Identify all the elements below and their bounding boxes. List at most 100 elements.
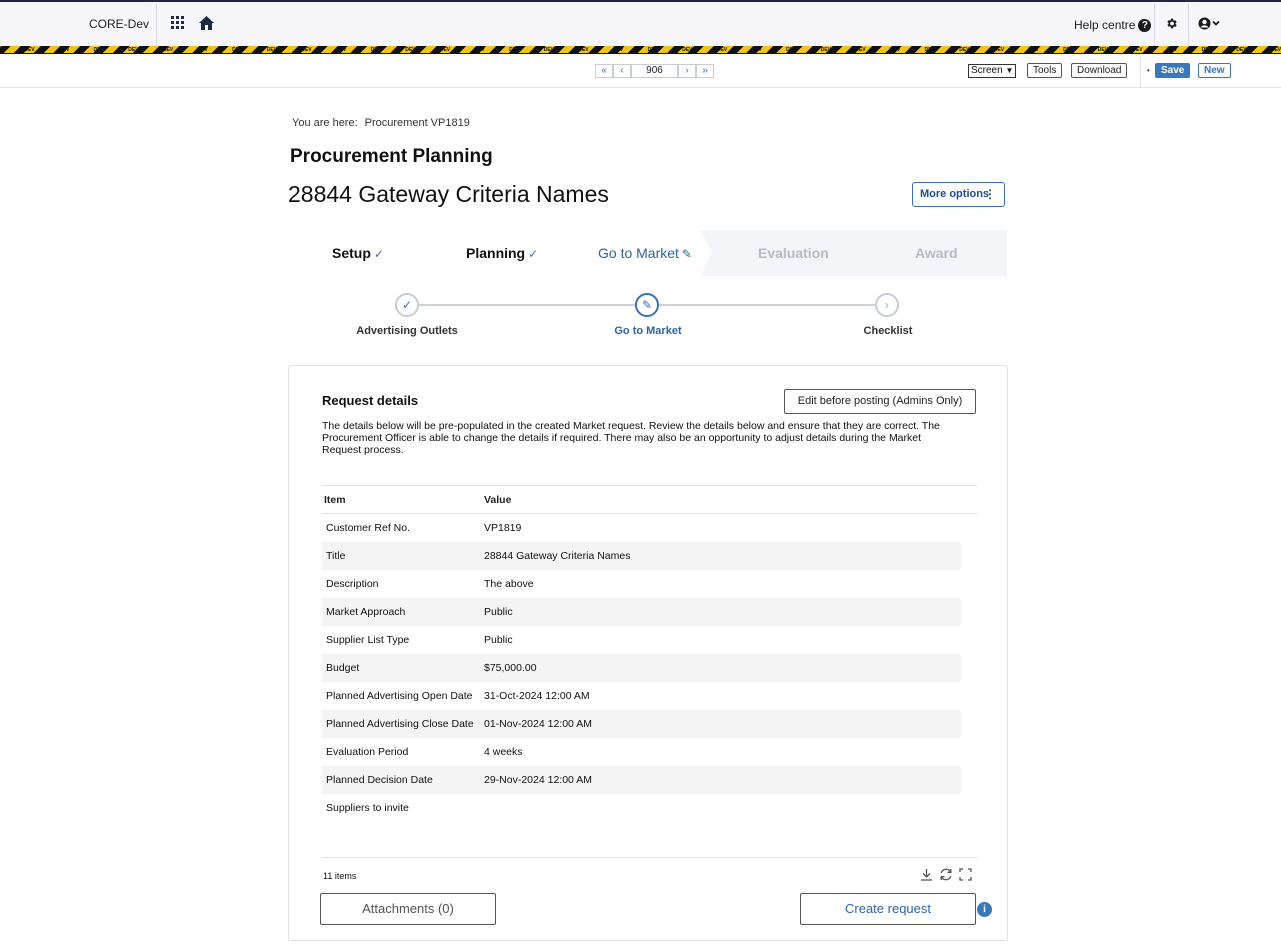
- refresh-icon[interactable]: [939, 868, 953, 886]
- dev-banner-label: DEV: [543, 47, 554, 53]
- next-page-icon[interactable]: ›: [678, 64, 696, 78]
- row-value: Public: [484, 606, 513, 618]
- dev-banner-label: DEV: [24, 47, 35, 53]
- row-value: Public: [484, 634, 513, 646]
- help-centre-link[interactable]: Help centre ?: [1074, 18, 1152, 32]
- page-input[interactable]: 906: [631, 64, 678, 78]
- dev-banner-label: DEV: [855, 47, 866, 53]
- user-account-icon[interactable]: [1198, 17, 1222, 35]
- previous-page-icon[interactable]: ‹: [613, 64, 631, 78]
- step-label-checklist[interactable]: Checklist: [808, 325, 968, 337]
- more-vertical-icon: ⋮: [984, 187, 996, 201]
- create-request-button[interactable]: Create request: [800, 893, 976, 925]
- dev-banner-label: DEV: [959, 47, 970, 53]
- tab-go-to-market[interactable]: Go to Market ✎: [598, 245, 692, 261]
- tab-award[interactable]: Award: [915, 245, 958, 261]
- save-button[interactable]: Save: [1155, 63, 1191, 78]
- tab-evaluation[interactable]: Evaluation: [758, 245, 829, 261]
- brand-name[interactable]: CORE-Dev: [89, 17, 149, 31]
- request-details-card: Request details Edit before posting (Adm…: [288, 365, 1008, 941]
- dev-banner-label: DEV: [335, 47, 347, 53]
- attachments-button[interactable]: Attachments (0): [320, 893, 496, 925]
- row-value: VP1819: [484, 522, 522, 534]
- table-row: Customer Ref No. VP1819: [322, 514, 961, 542]
- tab-planning[interactable]: Planning ✓: [466, 245, 538, 261]
- step-done-check-icon[interactable]: ✓: [395, 293, 419, 317]
- top-nav: CORE-Dev Help centre ?: [0, 0, 1281, 46]
- table-row: Planned Advertising Close Date 01-Nov-202…: [322, 710, 961, 738]
- table-footer-divider: [322, 857, 977, 858]
- row-item: Customer Ref No.: [326, 522, 411, 534]
- row-item: Planned Advertising Close Date: [326, 718, 474, 730]
- record-pager: « ‹ 906 › »: [595, 64, 714, 78]
- items-count: 11 items: [323, 871, 357, 881]
- dev-banner-label: DEV: [266, 47, 277, 53]
- info-icon[interactable]: i: [977, 902, 992, 917]
- dev-banner-label: DEV: [716, 47, 728, 53]
- nav-divider: [1188, 4, 1189, 46]
- check-icon: ✓: [528, 247, 539, 261]
- dev-banner-label: DEV: [1270, 47, 1281, 53]
- table-row: Planned Decision Date 29-Nov-2024 12:00 A…: [322, 766, 961, 794]
- download-icon[interactable]: [920, 868, 933, 886]
- step-next-chevron-icon[interactable]: ›: [875, 293, 899, 317]
- row-item: Planned Advertising Open Date: [326, 690, 473, 702]
- gear-icon[interactable]: [1165, 17, 1178, 35]
- dev-banner-label: DEV: [924, 47, 935, 53]
- step-label-go-to-market[interactable]: Go to Market: [568, 325, 728, 337]
- dev-banner-label: DEV: [1201, 47, 1212, 53]
- view-select-value: Screen: [971, 65, 1003, 76]
- dev-banner-label: DEV: [474, 47, 485, 53]
- fullscreen-icon[interactable]: [959, 868, 972, 886]
- dev-banner-label: DEV: [682, 47, 693, 53]
- dev-banner-label: DEV: [301, 47, 312, 53]
- row-item: Planned Decision Date: [326, 774, 433, 786]
- dev-banner-label: DEV: [786, 47, 797, 53]
- breadcrumb-current[interactable]: Procurement VP1819: [365, 117, 470, 129]
- help-centre-label: Help centre: [1074, 18, 1136, 32]
- row-value: 28844 Gateway Criteria Names: [484, 550, 631, 562]
- new-button[interactable]: New: [1198, 63, 1231, 78]
- card-title: Request details: [322, 393, 419, 408]
- column-header-item[interactable]: Item: [324, 494, 346, 506]
- apps-grid-icon[interactable]: [171, 16, 184, 34]
- record-toolbar: « ‹ 906 › » Screen ▼ Tools Download • Sa…: [0, 55, 1281, 88]
- dev-banner-label: DEV: [1166, 47, 1178, 53]
- last-page-icon[interactable]: »: [696, 64, 714, 78]
- table-footer-actions: [920, 868, 972, 886]
- step-label-advertising-outlets[interactable]: Advertising Outlets: [327, 325, 487, 337]
- first-page-icon[interactable]: «: [595, 64, 613, 78]
- row-value: 31-Oct-2024 12:00 AM: [484, 690, 590, 702]
- section-title: Procurement Planning: [290, 146, 493, 167]
- dev-banner-label: DEV: [1028, 47, 1039, 53]
- table-row: Evaluation Period 4 weeks: [322, 738, 961, 766]
- step-current-pencil-icon[interactable]: ✎: [635, 293, 659, 317]
- more-options-label: More options: [920, 188, 990, 200]
- help-circle-icon: ?: [1138, 18, 1152, 32]
- column-header-value[interactable]: Value: [484, 494, 511, 506]
- dev-banner-labels: DEV DEV DEV DEV DEV DEV DEV DEV DEV DEV DEV DEV DEV D…: [0, 46, 1281, 54]
- row-value: 29-Nov-2024 12:00 AM: [484, 774, 592, 786]
- breadcrumb-prefix: You are here:: [292, 117, 358, 129]
- more-options-button[interactable]: More options ⋮: [912, 182, 1005, 207]
- nav-divider: [156, 4, 157, 46]
- dev-banner-label: DEV: [1063, 47, 1074, 53]
- table-row: Market Approach Public: [322, 598, 961, 626]
- view-select[interactable]: Screen ▼: [968, 64, 1017, 78]
- tools-button[interactable]: Tools: [1027, 63, 1063, 78]
- row-value: 01-Nov-2024 12:00 AM: [484, 718, 592, 730]
- dev-banner-label: DEV: [1132, 47, 1143, 53]
- pencil-icon: ✎: [681, 247, 692, 261]
- dev-banner-label: DEV: [439, 47, 451, 53]
- download-button[interactable]: Download: [1071, 63, 1128, 78]
- tab-setup[interactable]: Setup ✓: [332, 245, 384, 261]
- future-stages-background: [700, 230, 1007, 276]
- dev-banner-label: DEV: [751, 47, 762, 53]
- edit-before-posting-button[interactable]: Edit before posting (Admins Only): [784, 389, 976, 414]
- page-title: 28844 Gateway Criteria Names: [288, 181, 609, 207]
- table-row: Supplier List Type Public: [322, 626, 961, 654]
- row-item: Budget: [326, 662, 360, 674]
- stepper-connector: [659, 304, 875, 306]
- dev-banner-label: DEV: [889, 47, 901, 53]
- home-icon[interactable]: [199, 16, 214, 35]
